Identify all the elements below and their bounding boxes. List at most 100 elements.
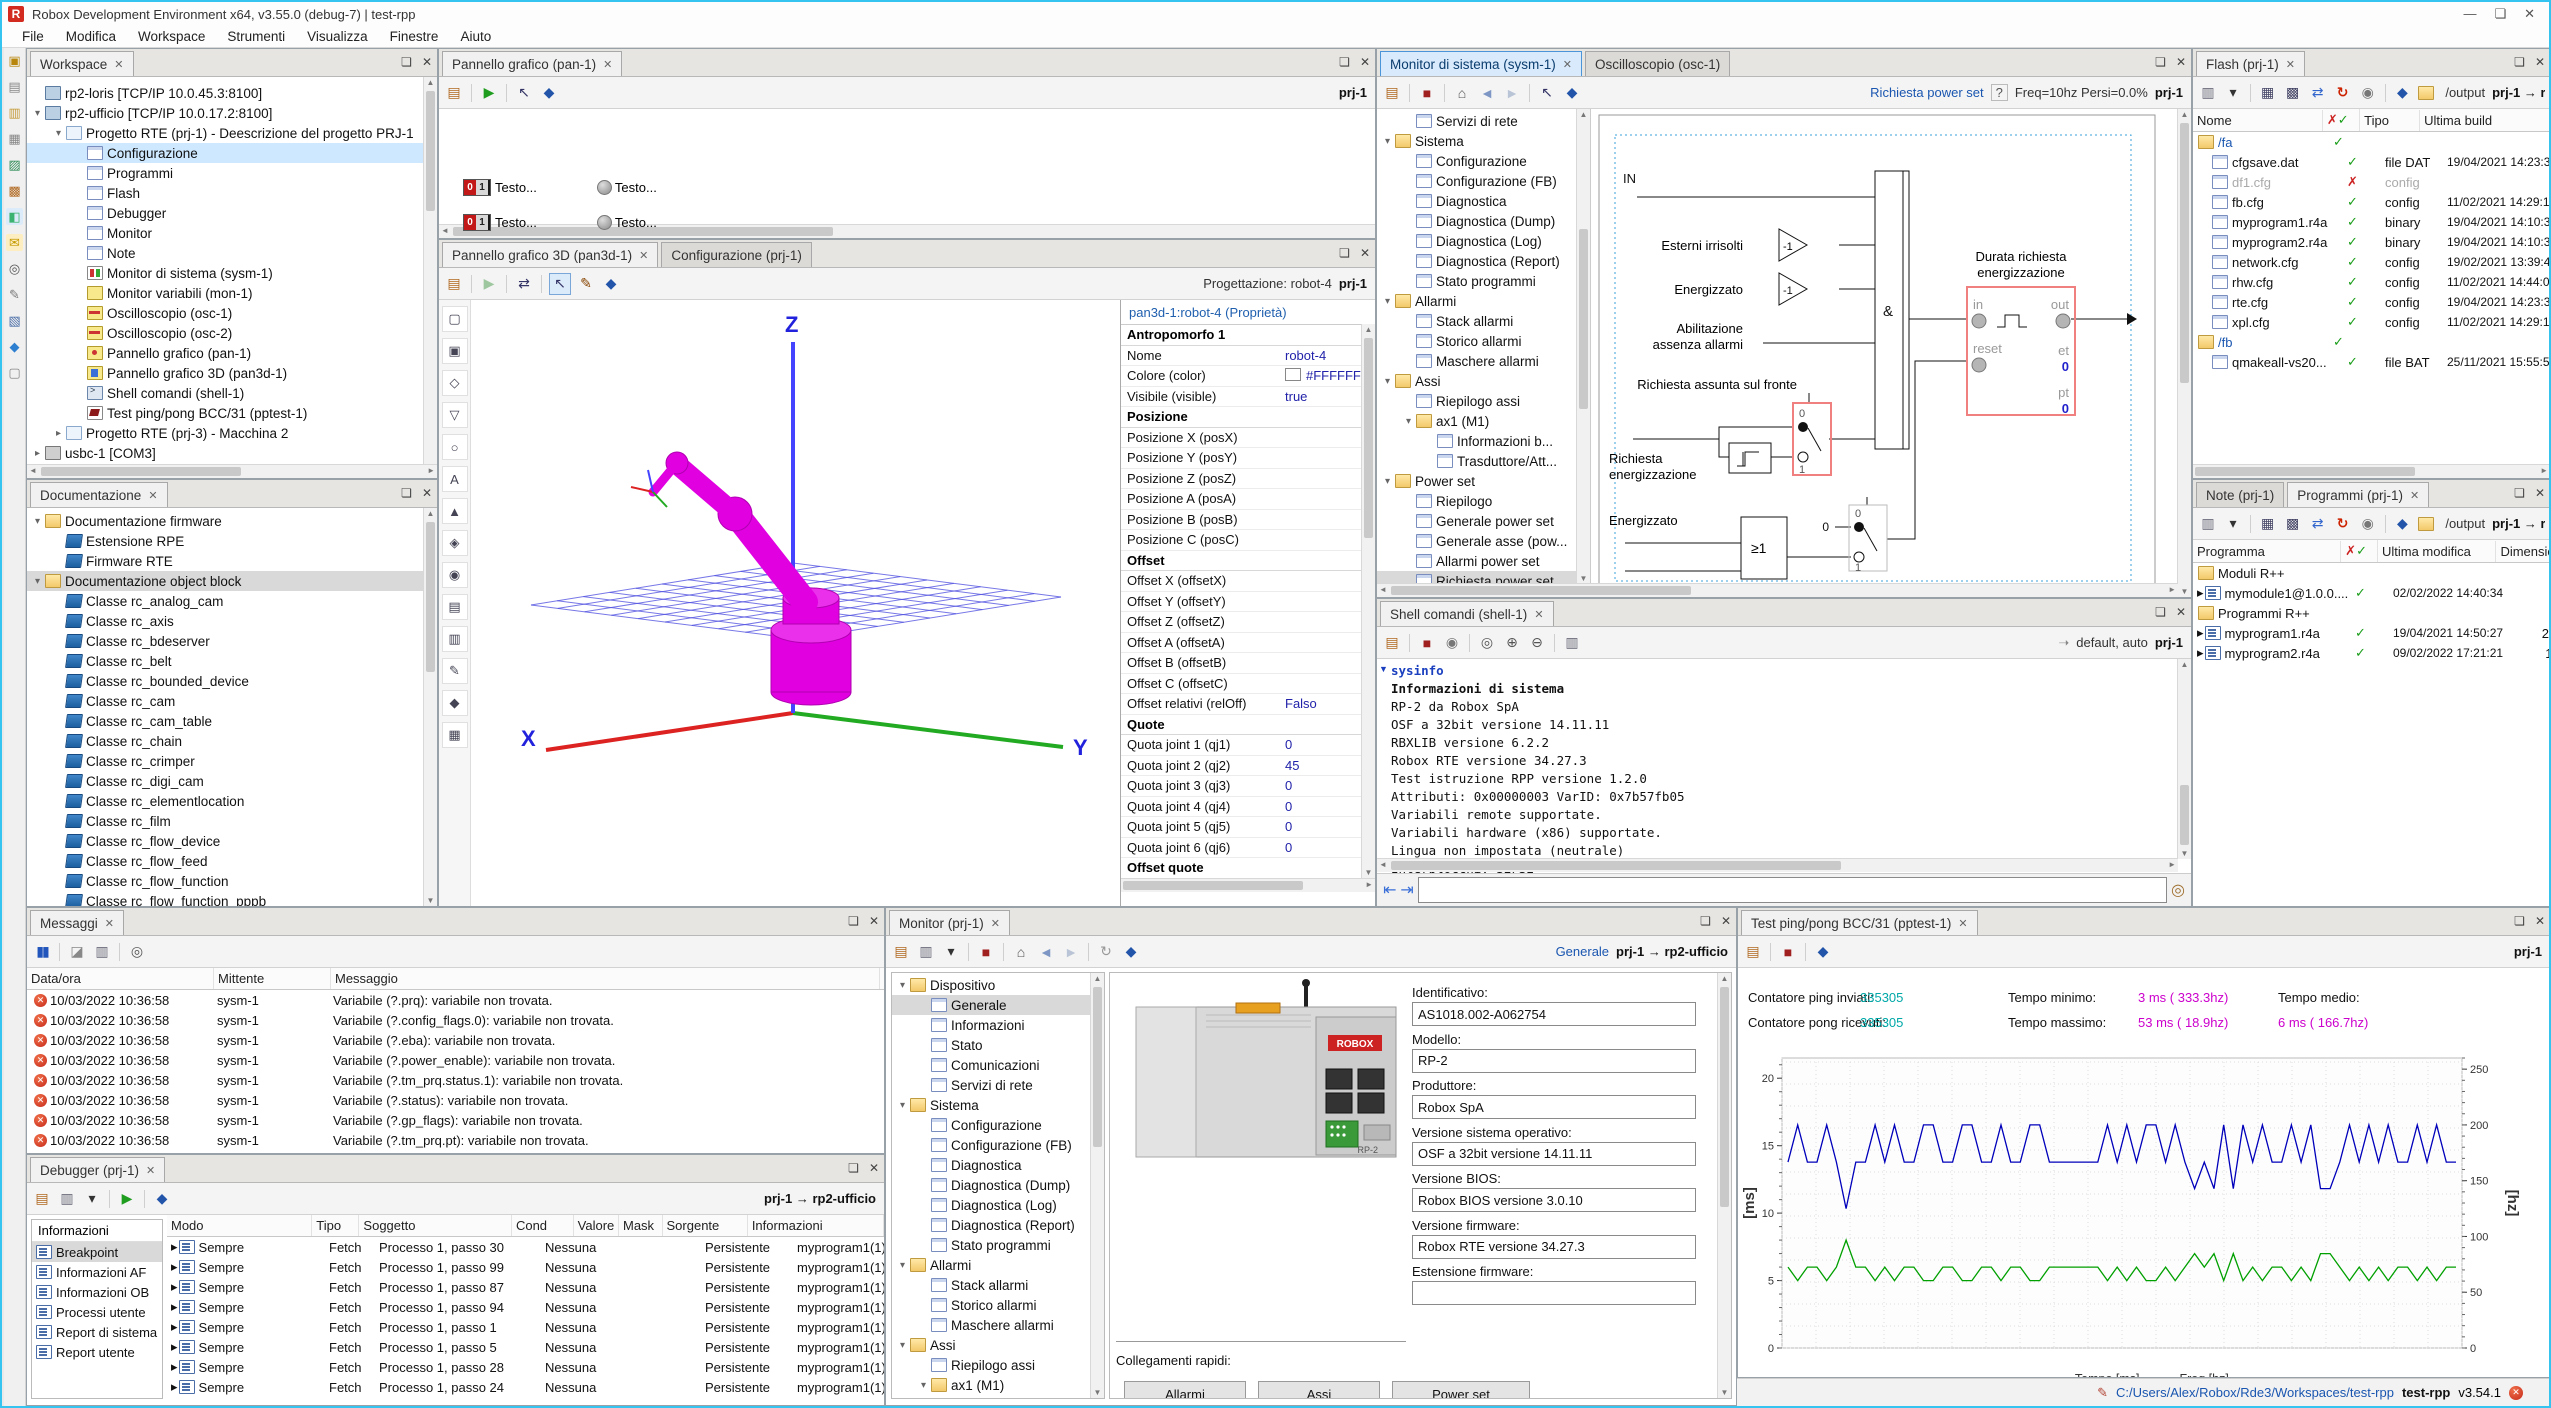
3d-tool-icon[interactable]: ▥ [442, 626, 468, 652]
help-button[interactable]: ? [1991, 84, 2008, 101]
tree-item[interactable]: Diagnostica (Report) [1377, 251, 1590, 271]
expand-icon[interactable]: ▸ [171, 1359, 178, 1375]
tree-item[interactable]: ▾rp2-ufficio [TCP/IP 10.0.17.2:8100] [27, 103, 437, 123]
breakpoint-row[interactable]: ▸SempreFetchProcesso 1, passo 99NessunaP… [167, 1257, 884, 1277]
tree-item[interactable]: ▾Sistema [892, 1095, 1104, 1115]
refresh-icon[interactable]: ↻ [2333, 83, 2353, 103]
tree-item[interactable]: Classe rc_belt [27, 651, 437, 671]
tab-osc1[interactable]: Oscilloscopio (osc-1) [1585, 51, 1730, 76]
property-row[interactable]: Offset A (offsetA) [1121, 633, 1375, 654]
left-toolbar-icon[interactable]: ▥ [6, 104, 23, 121]
scrollbar[interactable]: ▲▼ [1576, 109, 1590, 584]
tree-item[interactable]: Storico allarmi [892, 1295, 1104, 1315]
close-icon[interactable]: ✕ [2535, 486, 2545, 500]
left-toolbar-icon[interactable]: ✉ [6, 234, 23, 251]
debug-info-item[interactable]: Informazioni AF [32, 1262, 162, 1282]
column-header[interactable]: ✗✓ [2323, 109, 2360, 131]
float-icon[interactable]: ❏ [2514, 55, 2525, 69]
expand-icon[interactable]: ▾ [52, 128, 65, 139]
back-icon[interactable]: ◄ [1036, 942, 1056, 962]
tree-item[interactable]: ▾Allarmi [892, 1255, 1104, 1275]
tree-item[interactable]: ▾Progetto RTE (prj-1) - Deescrizione del… [27, 123, 437, 143]
scrollbar[interactable]: ▲▼ [1090, 973, 1104, 1398]
help-icon[interactable]: ◆ [601, 274, 621, 294]
tree-item[interactable]: Servizi di rete [892, 1075, 1104, 1095]
tree-item[interactable]: Storico allarmi [1377, 331, 1590, 351]
column-header[interactable]: Dimensione [2496, 541, 2550, 562]
flash-file-row[interactable]: fb.cfg✓config11/02/2021 14:29:16 [2193, 192, 2550, 212]
column-header[interactable]: Ultima build [2420, 110, 2550, 131]
close-icon[interactable]: ✕ [639, 249, 648, 262]
hand-icon[interactable]: ◉ [2358, 514, 2378, 534]
tree-item[interactable]: Classe rc_film [27, 811, 437, 831]
float-icon[interactable]: ❏ [401, 486, 412, 500]
tree-item[interactable]: Classe rc_crimper [27, 751, 437, 771]
close-icon[interactable]: ✕ [2535, 55, 2545, 69]
3d-tool-icon[interactable]: ✎ [442, 658, 468, 684]
field-value[interactable]: RP-2 [1412, 1049, 1696, 1073]
help-icon[interactable]: ◆ [2392, 83, 2412, 103]
tree-item[interactable]: ▾Assi [1377, 371, 1590, 391]
tree-item[interactable]: Informazioni [892, 1015, 1104, 1035]
program-row[interactable]: Programmi R++ [2193, 603, 2550, 623]
float-icon[interactable]: ❏ [848, 1161, 859, 1175]
run-icon[interactable]: ▶ [479, 83, 499, 103]
tree-item[interactable]: rp2-loris [TCP/IP 10.0.45.3:8100] [27, 83, 437, 103]
close-icon[interactable]: ✕ [2286, 58, 2295, 71]
toggle-switch[interactable]: 01 [463, 179, 491, 196]
tree-item[interactable]: ▾Documentazione object block [27, 571, 437, 591]
tree-item[interactable]: Classe rc_analog_cam [27, 591, 437, 611]
program-row[interactable]: ▸myprogram1.r4a✓19/04/2021 14:50:272.22 [2193, 623, 2550, 643]
tab-note[interactable]: Note (prj-1) [2196, 482, 2284, 507]
properties-icon[interactable]: ▤ [891, 942, 911, 962]
tree-item[interactable]: Classe rc_flow_function [27, 871, 437, 891]
tree-item[interactable]: Classe rc_digi_cam [27, 771, 437, 791]
field-value[interactable]: OSF a 32bit versione 14.11.11 [1412, 1142, 1696, 1166]
zoom-in-icon[interactable]: ⊕ [1502, 633, 1522, 653]
breakpoint-row[interactable]: ▸SempreFetchProcesso 1, passo 94NessunaP… [167, 1297, 884, 1317]
tree-item[interactable]: Classe rc_chain [27, 731, 437, 751]
property-row[interactable]: Posizione A (posA) [1121, 489, 1375, 510]
float-icon[interactable]: ❏ [2514, 914, 2525, 928]
left-toolbar-icon[interactable]: ▨ [6, 156, 23, 173]
float-icon[interactable]: ❏ [2155, 605, 2166, 619]
forward-icon[interactable]: ► [1061, 942, 1081, 962]
field-value[interactable] [1412, 1281, 1696, 1305]
tree-item[interactable]: Flash [27, 183, 437, 203]
minimize-button[interactable]: — [2463, 6, 2476, 22]
breakpoint-row[interactable]: ▸SempreFetchProcesso 1, passo 30NessunaP… [167, 1237, 884, 1257]
property-row[interactable]: Quota joint 2 (qj2)45 [1121, 756, 1375, 777]
stop-icon[interactable]: ■ [976, 942, 996, 962]
stop-icon[interactable]: ■ [1778, 942, 1798, 962]
select-icon[interactable]: ↖ [549, 273, 571, 295]
tree-item[interactable]: Diagnostica (Log) [892, 1195, 1104, 1215]
help-icon[interactable]: ◆ [539, 83, 559, 103]
tree-item[interactable]: Estensione RPE [27, 531, 437, 551]
program-row[interactable]: ▸mymodule1@1.0.0....✓02/02/2022 14:40:34… [2193, 583, 2550, 603]
expand-icon[interactable]: ▸ [2197, 585, 2204, 601]
left-toolbar-icon[interactable]: ◆ [6, 338, 23, 355]
close-icon[interactable]: ✕ [1721, 914, 1731, 928]
help-icon[interactable]: ◆ [2392, 514, 2412, 534]
maximize-button[interactable]: ❏ [2494, 6, 2506, 22]
home-icon[interactable]: ⌂ [1011, 942, 1031, 962]
move-icon[interactable]: ⇄ [514, 274, 534, 294]
scrollbar[interactable]: ▲▼ [1717, 973, 1731, 1398]
tree-item[interactable]: Diagnostica (Dump) [1377, 211, 1590, 231]
tab-pan3d[interactable]: Pannello grafico 3D (pan3d-1)✕ [442, 242, 658, 267]
expand-icon[interactable]: ▾ [896, 1260, 909, 1271]
properties-icon[interactable]: ▤ [1382, 83, 1402, 103]
message-row[interactable]: ✕10/03/2022 10:36:58sysm-1Variabile (?.g… [27, 1110, 884, 1130]
property-row[interactable]: Nomerobot-4 [1121, 346, 1375, 367]
tree-item[interactable]: Informazioni base [892, 1395, 1104, 1399]
tab-shell[interactable]: Shell comandi (shell-1)✕ [1380, 601, 1554, 626]
log-icon[interactable]: ▥ [1562, 633, 1582, 653]
property-row[interactable]: Offset X (offsetX) [1121, 571, 1375, 592]
tree-item[interactable]: Stato programmi [892, 1235, 1104, 1255]
tree-item[interactable]: Monitor variabili (mon-1) [27, 283, 437, 303]
3d-tool-icon[interactable]: ▽ [442, 402, 468, 428]
close-icon[interactable]: ✕ [422, 55, 432, 69]
tree-item[interactable]: Oscilloscopio (osc-1) [27, 303, 437, 323]
tree-item[interactable]: ▾Power set [1377, 471, 1590, 491]
float-icon[interactable]: ❏ [848, 914, 859, 928]
